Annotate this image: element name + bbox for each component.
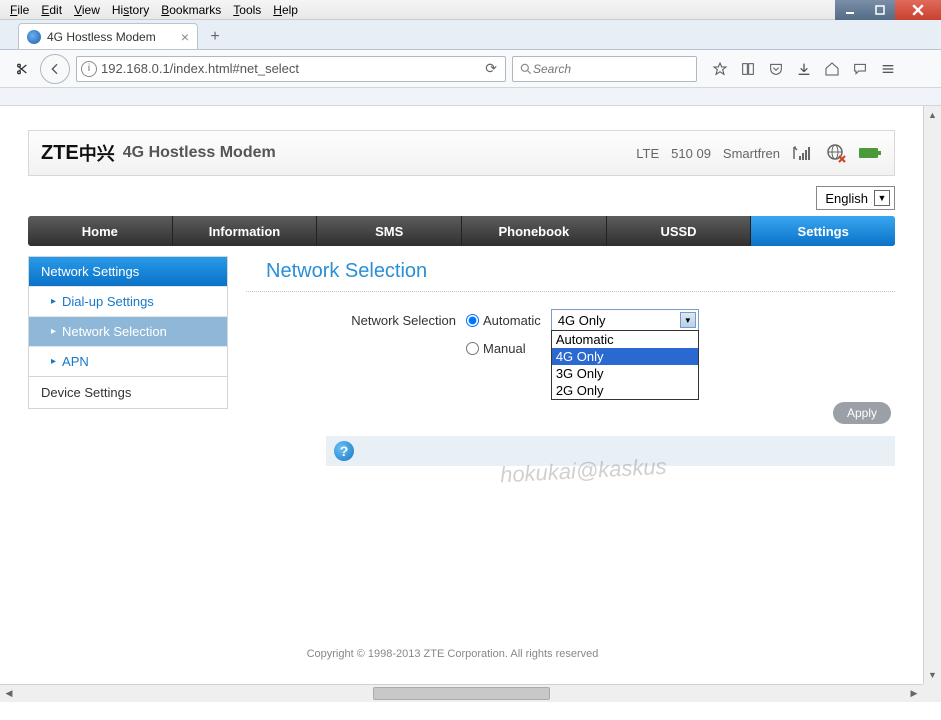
help-icon[interactable]: ? bbox=[334, 441, 354, 461]
zte-logo: ZTE中兴 bbox=[41, 140, 115, 166]
maximize-button[interactable] bbox=[865, 0, 895, 20]
sidebar-item-device-settings[interactable]: Device Settings bbox=[28, 377, 228, 409]
scroll-thumb[interactable] bbox=[373, 687, 550, 700]
sidebar-group-network[interactable]: Network Settings bbox=[29, 257, 227, 286]
globe-icon bbox=[826, 143, 846, 163]
page-viewport: ZTE中兴 4G Hostless Modem LTE 510 09 Smart… bbox=[0, 106, 941, 702]
pocket-icon[interactable] bbox=[763, 56, 789, 82]
menu-help[interactable]: Help bbox=[267, 1, 304, 19]
signal-icon bbox=[792, 145, 814, 161]
menu-view[interactable]: View bbox=[68, 1, 106, 19]
nav-sms[interactable]: SMS bbox=[317, 216, 462, 246]
menu-file[interactable]: File bbox=[4, 1, 35, 19]
chevron-down-icon: ▼ bbox=[874, 190, 890, 206]
scroll-up-icon[interactable]: ▲ bbox=[924, 106, 941, 124]
router-header: ZTE中兴 4G Hostless Modem LTE 510 09 Smart… bbox=[28, 130, 895, 176]
home-icon[interactable] bbox=[819, 56, 845, 82]
network-mode-dropdown: Automatic4G Only3G Only2G Only bbox=[551, 330, 699, 400]
search-bar[interactable] bbox=[512, 56, 697, 82]
field-label-network-selection: Network Selection bbox=[326, 313, 456, 328]
scroll-corner bbox=[923, 684, 941, 702]
radio-manual-input[interactable] bbox=[466, 342, 479, 355]
page-title: Network Selection bbox=[246, 256, 895, 292]
horizontal-scrollbar[interactable]: ◀ ▶ bbox=[0, 684, 923, 702]
site-info-icon[interactable]: i bbox=[81, 61, 97, 77]
reload-icon[interactable]: ⟳ bbox=[481, 60, 501, 77]
menu-edit[interactable]: Edit bbox=[35, 1, 68, 19]
chevron-right-icon: ▸ bbox=[51, 326, 56, 337]
nav-home[interactable]: Home bbox=[28, 216, 173, 246]
combo-value: 4G Only bbox=[558, 313, 606, 328]
scroll-left-icon[interactable]: ◀ bbox=[0, 685, 18, 702]
url-bar[interactable]: i ⟳ bbox=[76, 56, 506, 82]
browser-tab[interactable]: 4G Hostless Modem × bbox=[18, 23, 198, 49]
downloads-icon[interactable] bbox=[791, 56, 817, 82]
radio-automatic-input[interactable] bbox=[466, 314, 479, 327]
menu-history[interactable]: History bbox=[106, 1, 155, 19]
bookmark-star-icon[interactable] bbox=[707, 56, 733, 82]
browser-toolbar: i ⟳ bbox=[0, 50, 941, 88]
status-code: 510 09 bbox=[671, 146, 711, 161]
menu-icon[interactable] bbox=[875, 56, 901, 82]
chevron-right-icon: ▸ bbox=[51, 356, 56, 367]
option-2g-only[interactable]: 2G Only bbox=[552, 382, 698, 399]
tab-strip: 4G Hostless Modem × + bbox=[0, 20, 941, 50]
sidebar-item-apn[interactable]: ▸APN bbox=[29, 346, 227, 376]
nav-settings[interactable]: Settings bbox=[751, 216, 895, 246]
favicon-icon bbox=[27, 30, 41, 44]
scissors-icon[interactable] bbox=[8, 56, 34, 82]
apply-button[interactable]: Apply bbox=[833, 402, 891, 424]
new-tab-button[interactable]: + bbox=[202, 25, 228, 49]
logo-latin: ZTE bbox=[41, 142, 79, 165]
chevron-right-icon: ▸ bbox=[51, 296, 56, 307]
help-bar: ? bbox=[326, 436, 895, 466]
chat-icon[interactable] bbox=[847, 56, 873, 82]
back-button[interactable] bbox=[40, 54, 70, 84]
option-4g-only[interactable]: 4G Only bbox=[552, 348, 698, 365]
battery-icon bbox=[858, 146, 882, 160]
content-area: Network Selection Network Selection Auto… bbox=[246, 256, 895, 466]
footer-copyright: Copyright © 1998-2013 ZTE Corporation. A… bbox=[0, 648, 905, 660]
network-mode-select[interactable]: 4G Only ▼ Automatic4G Only3G Only2G Only bbox=[551, 309, 699, 331]
language-select[interactable]: English ▼ bbox=[816, 186, 895, 210]
nav-phonebook[interactable]: Phonebook bbox=[462, 216, 607, 246]
status-operator: Smartfren bbox=[723, 146, 780, 161]
vertical-scrollbar[interactable]: ▲ ▼ bbox=[923, 106, 941, 684]
chrome-gap bbox=[0, 88, 941, 106]
search-input[interactable] bbox=[533, 62, 690, 76]
logo-cjk: 中兴 bbox=[79, 140, 115, 166]
sidebar-item-dial-up-settings[interactable]: ▸Dial-up Settings bbox=[29, 286, 227, 316]
language-value: English bbox=[825, 191, 868, 206]
main-nav: HomeInformationSMSPhonebookUSSDSettings bbox=[28, 216, 895, 246]
scroll-down-icon[interactable]: ▼ bbox=[924, 666, 941, 684]
window-controls bbox=[835, 0, 941, 20]
radio-manual[interactable]: Manual bbox=[466, 341, 526, 356]
menu-bookmarks[interactable]: Bookmarks bbox=[155, 1, 227, 19]
radio-automatic[interactable]: Automatic bbox=[466, 313, 541, 328]
minimize-button[interactable] bbox=[835, 0, 865, 20]
option-3g-only[interactable]: 3G Only bbox=[552, 365, 698, 382]
chevron-down-icon[interactable]: ▼ bbox=[680, 312, 696, 328]
tab-close-icon[interactable]: × bbox=[181, 29, 189, 45]
url-input[interactable] bbox=[101, 61, 477, 76]
product-name: 4G Hostless Modem bbox=[123, 144, 276, 162]
scroll-right-icon[interactable]: ▶ bbox=[905, 685, 923, 702]
close-button[interactable] bbox=[895, 0, 941, 20]
search-icon bbox=[519, 62, 533, 76]
menu-tools[interactable]: Tools bbox=[227, 1, 267, 19]
nav-information[interactable]: Information bbox=[173, 216, 318, 246]
sidebar: Network Settings ▸Dial-up Settings▸Netwo… bbox=[28, 256, 228, 466]
nav-ussd[interactable]: USSD bbox=[607, 216, 752, 246]
menu-bar: File Edit View History Bookmarks Tools H… bbox=[0, 0, 941, 20]
status-tech: LTE bbox=[636, 146, 659, 161]
option-automatic[interactable]: Automatic bbox=[552, 331, 698, 348]
sidebar-item-network-selection[interactable]: ▸Network Selection bbox=[29, 316, 227, 346]
tab-title: 4G Hostless Modem bbox=[47, 30, 175, 44]
reader-icon[interactable] bbox=[735, 56, 761, 82]
